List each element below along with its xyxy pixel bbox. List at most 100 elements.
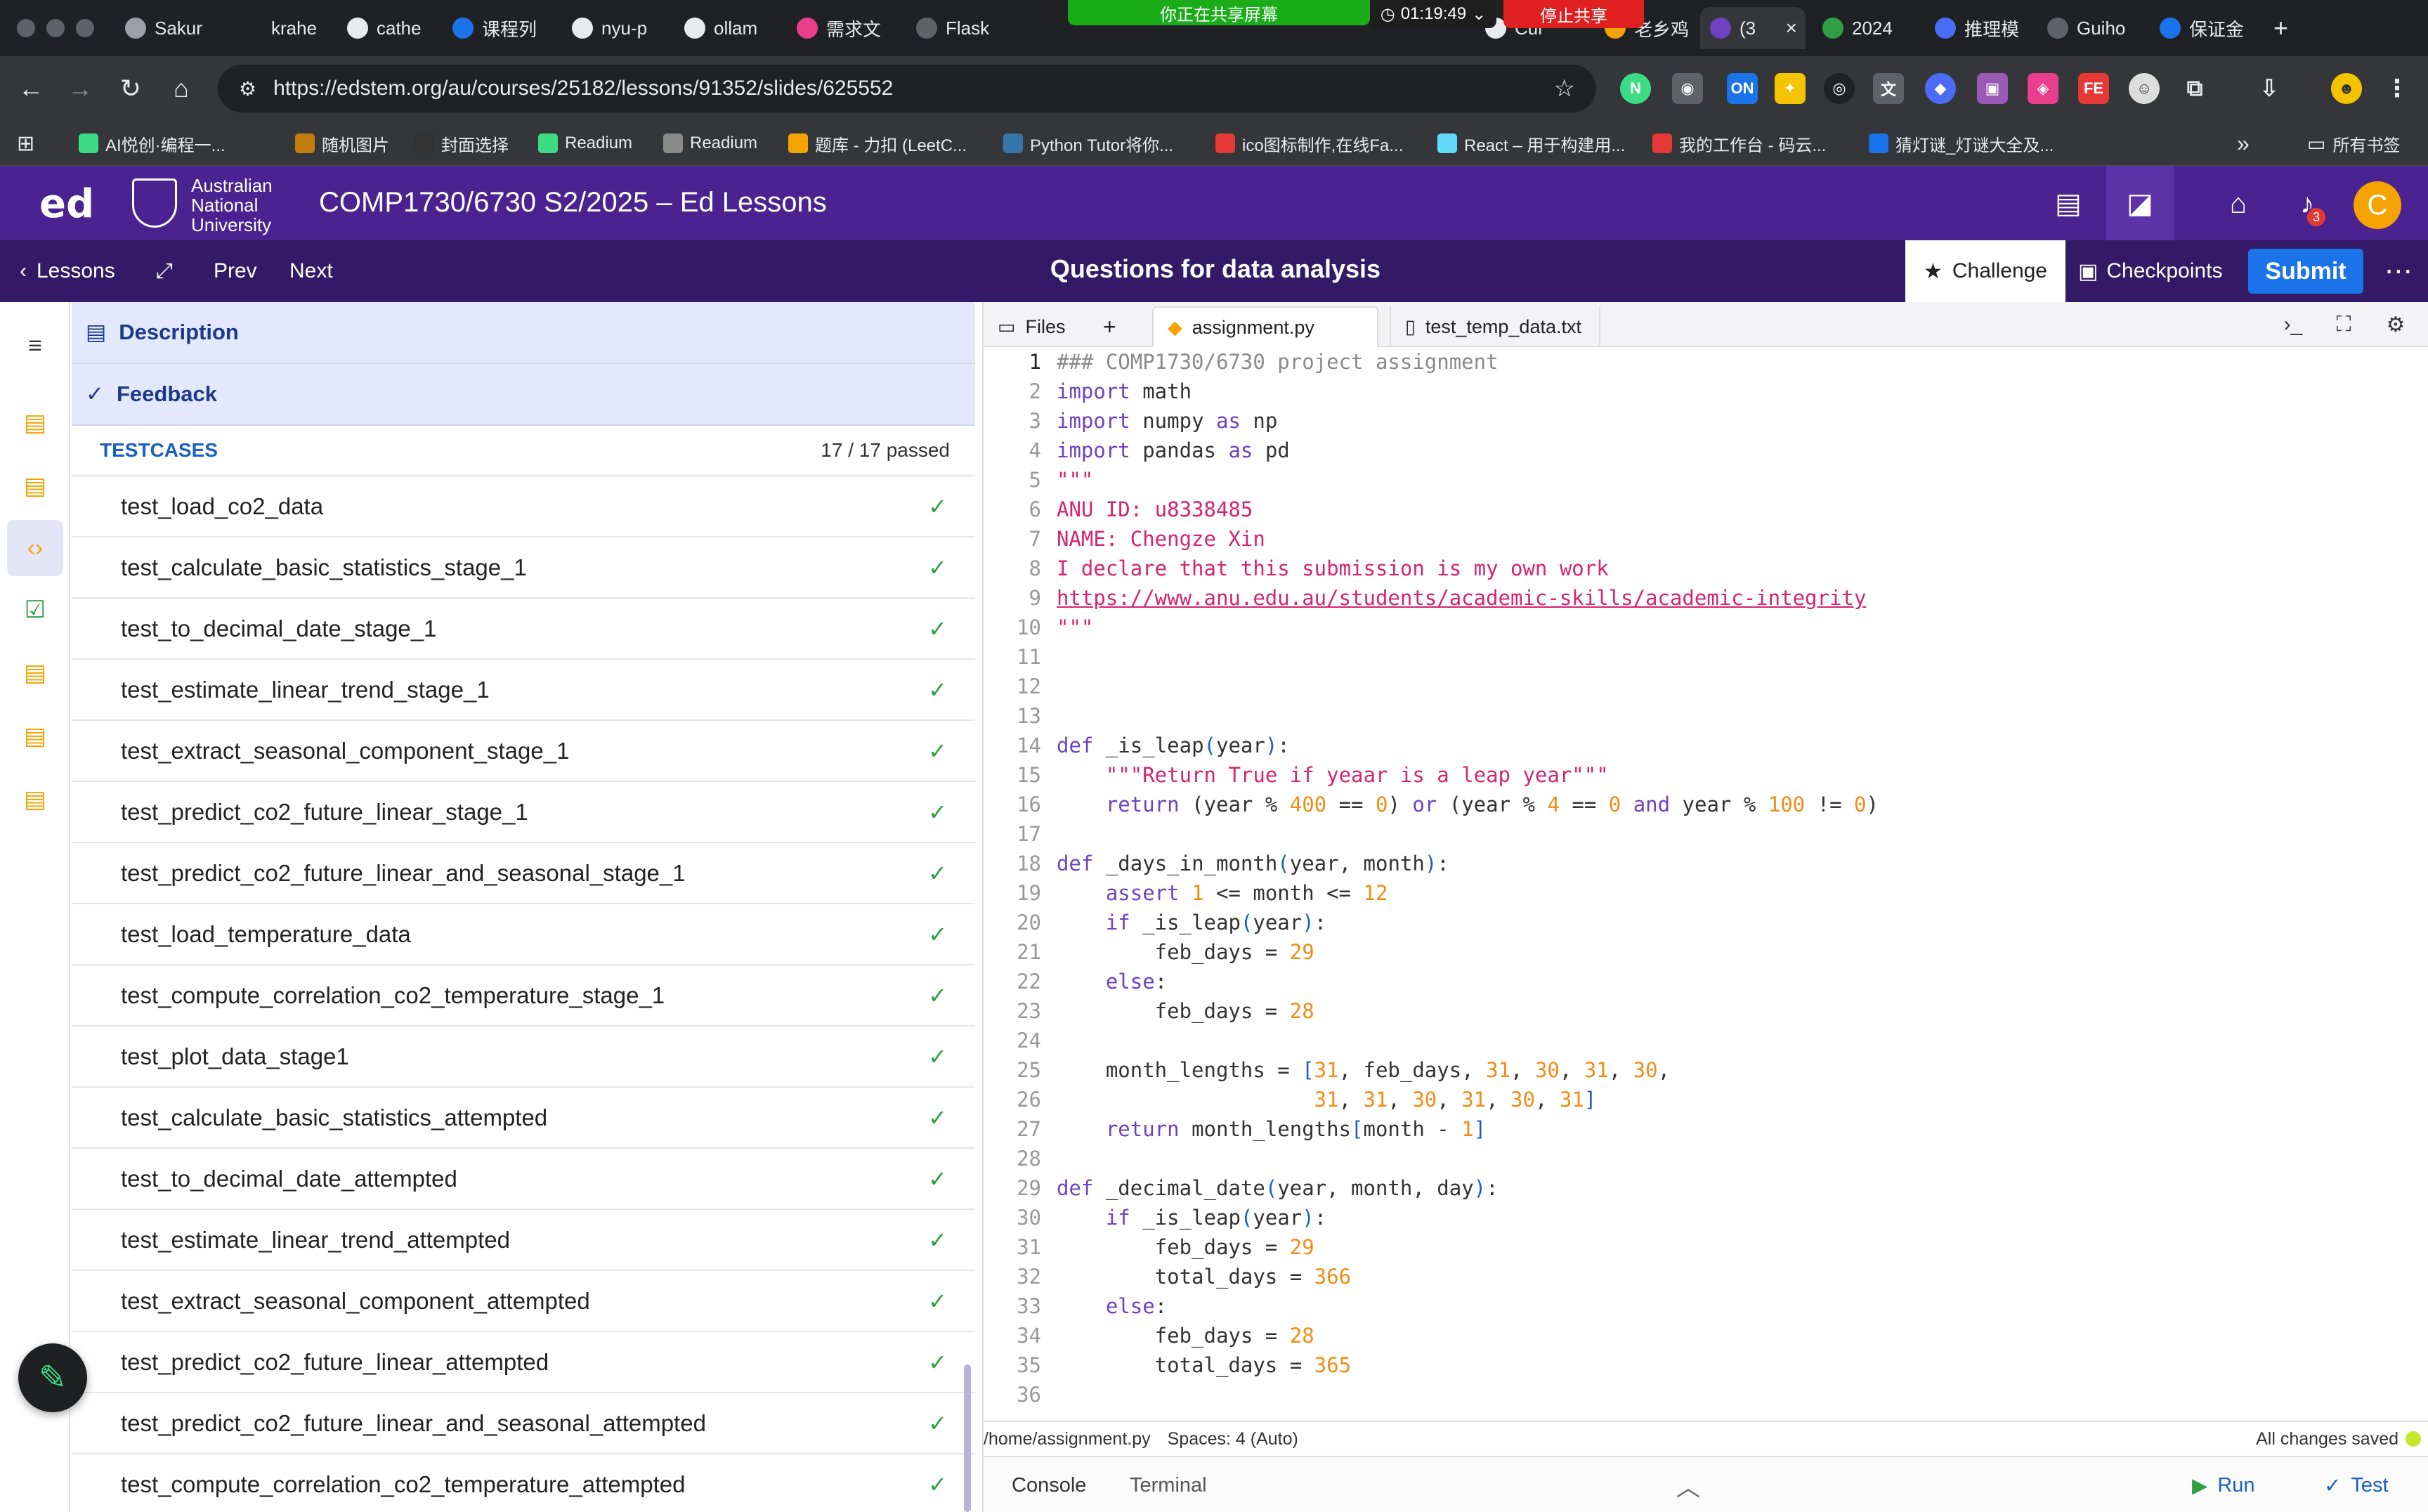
- code-line[interactable]: 30 if _is_leap(year):: [984, 1203, 2428, 1232]
- next-button[interactable]: Next: [289, 256, 333, 287]
- close-window-button[interactable]: [17, 19, 35, 37]
- site-settings-icon[interactable]: ⚙: [239, 77, 256, 100]
- browser-tab[interactable]: cathe: [337, 7, 436, 49]
- code-line[interactable]: 12: [984, 672, 2428, 701]
- code-area[interactable]: 1 ### COMP1730/6730 project assignment 2 im…: [984, 347, 2428, 1405]
- code-line[interactable]: 6 ANU ID: u8338485: [984, 495, 2428, 524]
- test-button[interactable]: ✓ Test: [2324, 1471, 2389, 1499]
- run-button[interactable]: ▶ Run: [2192, 1471, 2255, 1499]
- new-tab-button[interactable]: +: [2264, 7, 2288, 49]
- code-line[interactable]: 29 def _decimal_date(year, month, day):: [984, 1173, 2428, 1203]
- browser-tab[interactable]: 推理模: [1925, 7, 2023, 49]
- forward-button[interactable]: →: [63, 72, 97, 105]
- testcase-row[interactable]: test_predict_co2_future_linear_attempted…: [72, 1331, 975, 1392]
- discussion-icon[interactable]: ▤: [2050, 185, 2087, 222]
- menu-icon[interactable]: ≡: [18, 329, 52, 363]
- testcase-row[interactable]: test_compute_correlation_co2_temperature…: [72, 964, 975, 1025]
- code-line[interactable]: 34 feb_days = 28: [984, 1321, 2428, 1350]
- profile-icon[interactable]: ☺: [2129, 73, 2160, 104]
- browser-menu-icon[interactable]: ⋮: [2382, 73, 2413, 104]
- code-line[interactable]: 1 ### COMP1730/6730 project assignment: [984, 347, 2428, 377]
- expand-console-icon[interactable]: ︿: [1676, 1471, 1700, 1501]
- add-file-button[interactable]: +: [1089, 306, 1116, 347]
- code-line[interactable]: 22 else:: [984, 967, 2428, 996]
- all-bookmarks-button[interactable]: ▭ 所有书签: [2307, 131, 2400, 156]
- code-line[interactable]: 16 return (year % 400 == 0) or (year % 4…: [984, 790, 2428, 819]
- browser-tab[interactable]: 保证金: [2150, 7, 2248, 49]
- bookmark-item[interactable]: 封面选择: [415, 131, 509, 156]
- browser-tab[interactable]: (3 ×: [1700, 7, 1806, 49]
- document-slide-icon[interactable]: ▤: [18, 656, 52, 690]
- extension-icon[interactable]: ◈: [2028, 73, 2058, 104]
- home-button[interactable]: ⌂: [164, 72, 198, 105]
- apps-grid-icon[interactable]: ⊞: [17, 131, 34, 156]
- more-options-icon[interactable]: ⋯: [2380, 253, 2417, 289]
- browser-tab[interactable]: krahe: [232, 7, 330, 49]
- code-line[interactable]: 8 I declare that this submission is my ow…: [984, 554, 2428, 583]
- testcase-row[interactable]: test_extract_seasonal_component_attempte…: [72, 1270, 975, 1331]
- fe-extension-icon[interactable]: FE: [2078, 73, 2109, 104]
- code-slide-icon[interactable]: ‹›: [18, 531, 52, 565]
- testcase-row[interactable]: test_calculate_basic_statistics_stage_1 ✓: [72, 536, 975, 597]
- testcase-row[interactable]: test_estimate_linear_trend_stage_1 ✓: [72, 658, 975, 719]
- code-line[interactable]: 24: [984, 1026, 2428, 1055]
- code-line[interactable]: 17: [984, 819, 2428, 849]
- download-icon[interactable]: ⇩: [2254, 73, 2285, 104]
- expand-button[interactable]: ⤢: [156, 256, 173, 287]
- quiz-slide-icon[interactable]: ☑: [18, 593, 52, 627]
- bookmark-item[interactable]: Readium: [663, 131, 757, 156]
- testcase-row[interactable]: test_plot_data_stage1 ✓: [72, 1025, 975, 1086]
- address-bar[interactable]: ⚙ https://edstem.org/au/courses/25182/le…: [218, 65, 1596, 112]
- code-line[interactable]: 35 total_days = 365: [984, 1350, 2428, 1380]
- testcase-row[interactable]: test_to_decimal_date_attempted ✓: [72, 1147, 975, 1208]
- code-line[interactable]: 4 import pandas as pd: [984, 436, 2428, 465]
- document-slide-icon[interactable]: ▤: [18, 719, 52, 753]
- bookmark-item[interactable]: React – 用于构建用...: [1437, 131, 1625, 156]
- browser-tab[interactable]: nyu-p: [562, 7, 660, 49]
- code-line[interactable]: 18 def _days_in_month(year, month):: [984, 849, 2428, 878]
- code-line[interactable]: 9 https://www.anu.edu.au/students/academi…: [984, 583, 2428, 613]
- extension-icon[interactable]: ◆: [1925, 73, 1956, 104]
- browser-tab[interactable]: Sakur: [115, 7, 214, 49]
- code-line[interactable]: 25 month_lengths = [31, feb_days, 31, 30…: [984, 1055, 2428, 1085]
- terminal-prompt-icon[interactable]: ›_: [2279, 311, 2307, 339]
- bookmark-item[interactable]: ico图标制作,在线Fa...: [1215, 131, 1403, 156]
- zoom-window-button[interactable]: [76, 19, 94, 37]
- code-line[interactable]: 15 """Return True if yeaar is a leap yea…: [984, 760, 2428, 790]
- code-line[interactable]: 10 """: [984, 613, 2428, 642]
- bookmark-item[interactable]: 题库 - 力扣 (LeetC...: [788, 131, 967, 156]
- browser-tab[interactable]: Guiho: [2037, 7, 2136, 49]
- bookmark-item[interactable]: 随机图片: [295, 131, 389, 156]
- bookmark-item[interactable]: AI悦创·编程一...: [79, 131, 226, 156]
- bookmarks-overflow-button[interactable]: »: [2237, 131, 2250, 156]
- checkpoints-button[interactable]: ▣ Checkpoints: [2078, 253, 2234, 289]
- bookmark-item[interactable]: Python Tutor将你...: [1003, 131, 1173, 156]
- testcase-row[interactable]: test_load_temperature_data ✓: [72, 903, 975, 964]
- extensions-puzzle-icon[interactable]: ⧉: [2179, 73, 2210, 104]
- testcase-row[interactable]: test_extract_seasonal_component_stage_1 ✓: [72, 719, 975, 781]
- code-line[interactable]: 20 if _is_leap(year):: [984, 908, 2428, 937]
- challenge-button[interactable]: ★ Challenge: [1905, 240, 2065, 302]
- code-line[interactable]: 14 def _is_leap(year):: [984, 731, 2428, 760]
- reload-button[interactable]: ↻: [114, 72, 148, 105]
- code-line[interactable]: 11: [984, 642, 2428, 672]
- testcase-row[interactable]: test_estimate_linear_trend_attempted ✓: [72, 1208, 975, 1270]
- extension-icon[interactable]: ✦: [1775, 73, 1806, 104]
- document-slide-icon[interactable]: ▤: [18, 783, 52, 816]
- stop-share-button[interactable]: 停止共享: [1503, 0, 1644, 28]
- code-line[interactable]: 2 import math: [984, 377, 2428, 406]
- terminal-tab[interactable]: Terminal: [1130, 1471, 1207, 1499]
- settings-gear-icon[interactable]: ⚙: [2382, 311, 2410, 339]
- browser-tab[interactable]: 需求文: [787, 7, 885, 49]
- bookmark-star-icon[interactable]: ☆: [1554, 74, 1575, 103]
- code-line[interactable]: 33 else:: [984, 1291, 2428, 1321]
- code-line[interactable]: 13: [984, 701, 2428, 731]
- code-line[interactable]: 23 feb_days = 28: [984, 996, 2428, 1026]
- code-line[interactable]: 36: [984, 1380, 2428, 1405]
- testcase-row[interactable]: test_to_decimal_date_stage_1 ✓: [72, 597, 975, 658]
- feedback-accordion[interactable]: ✓ Feedback: [72, 364, 975, 426]
- prev-button[interactable]: Prev: [214, 256, 257, 287]
- testcase-row[interactable]: test_predict_co2_future_linear_stage_1 ✓: [72, 781, 975, 842]
- lessons-book-icon[interactable]: ◪: [2122, 185, 2158, 222]
- home-icon[interactable]: ⌂: [2220, 185, 2257, 222]
